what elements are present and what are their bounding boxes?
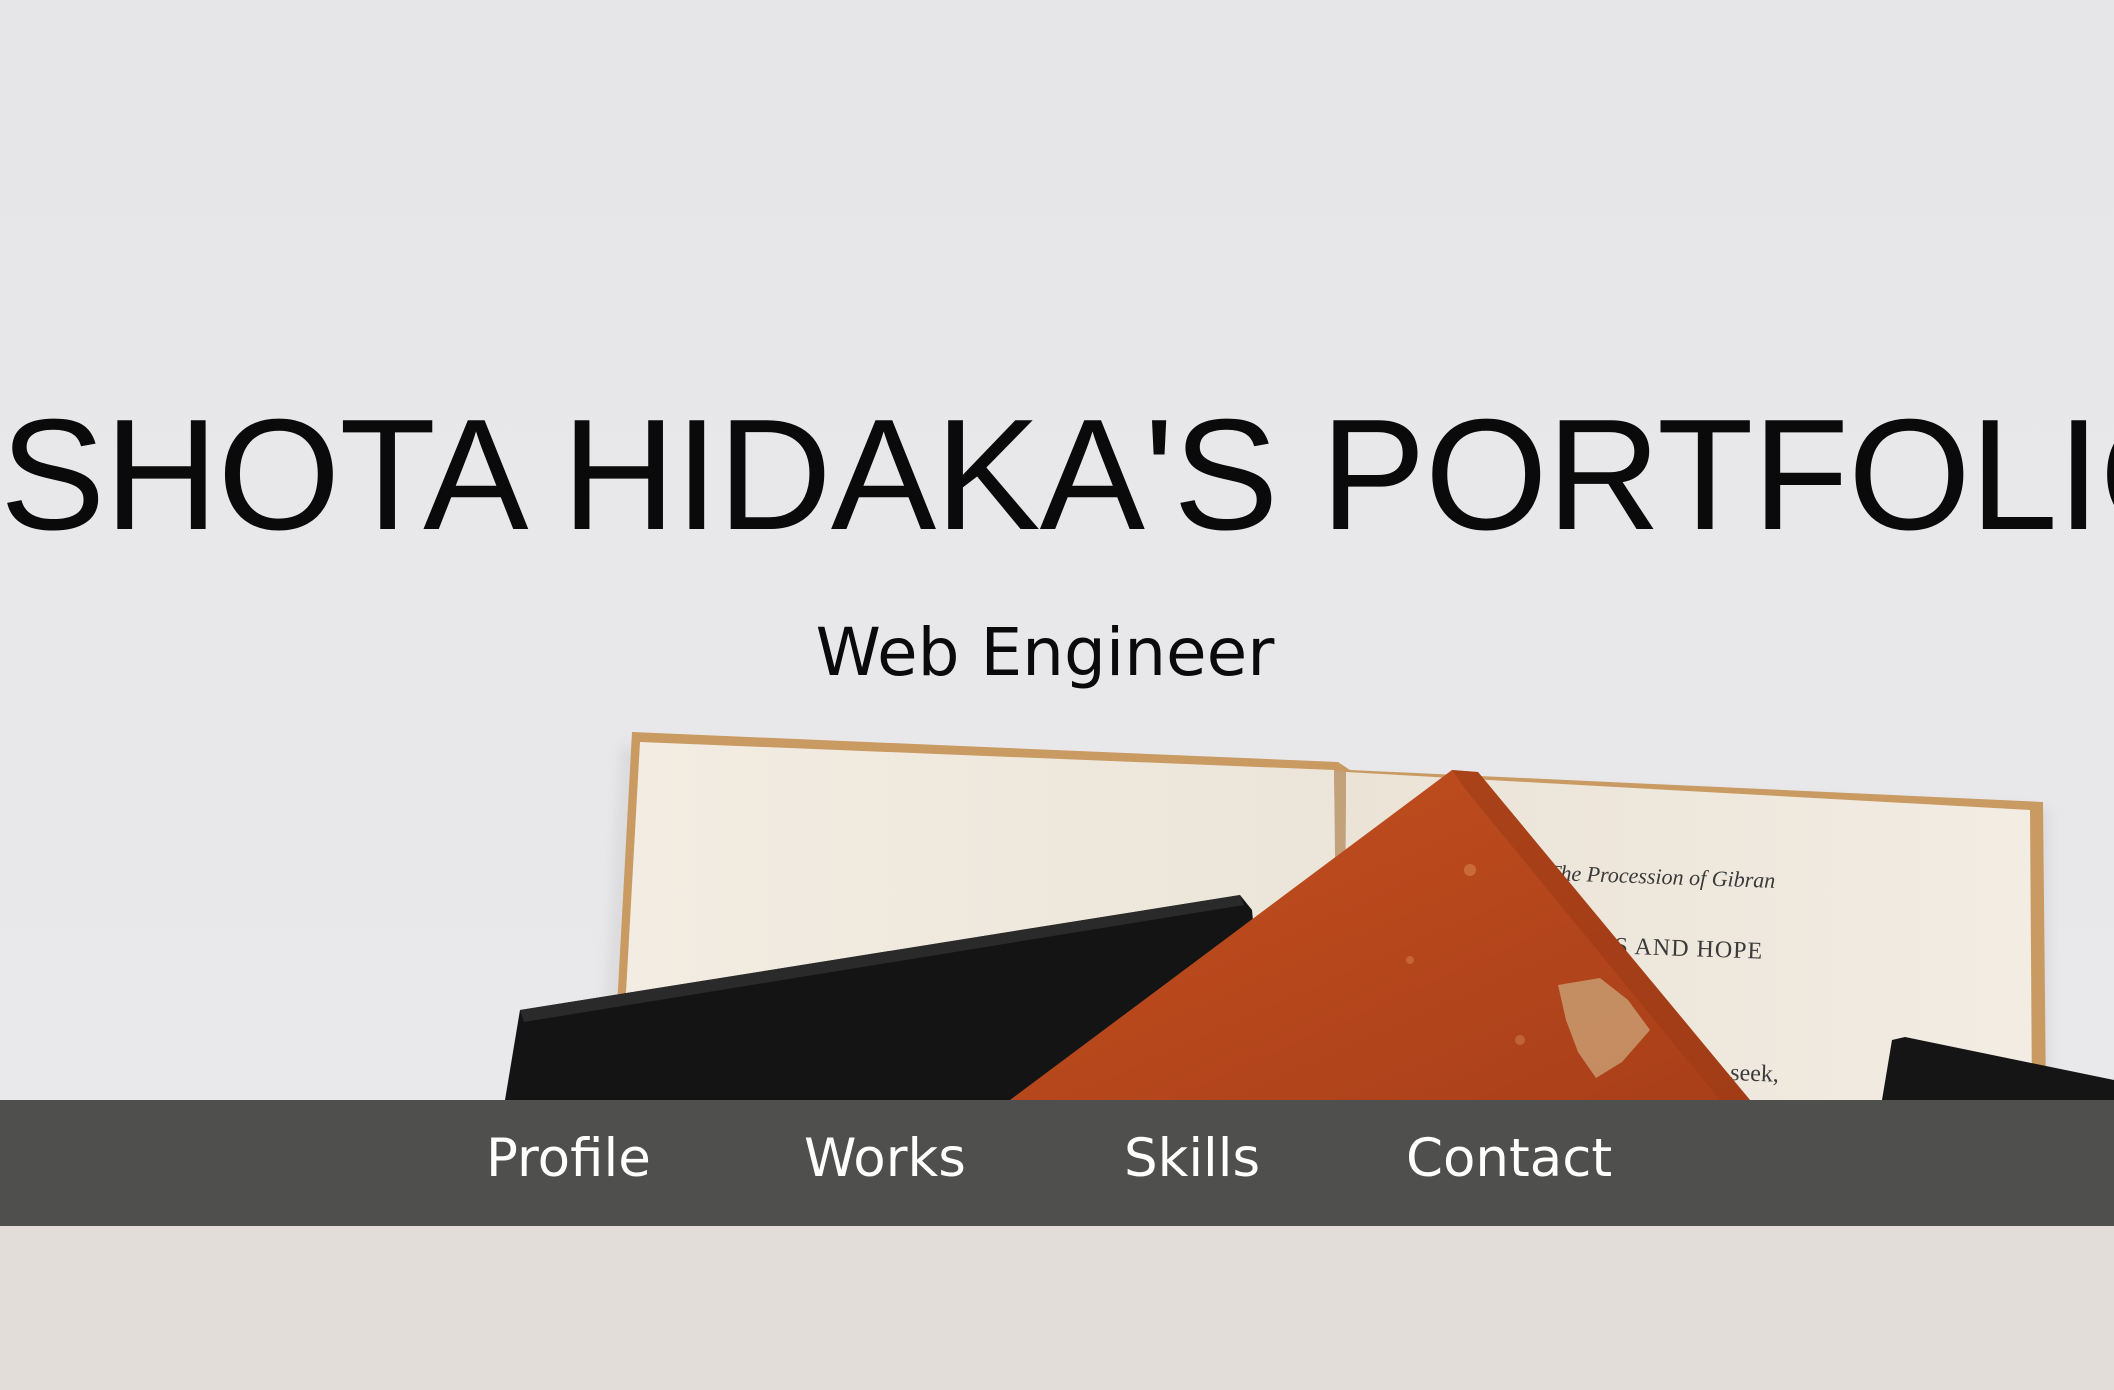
nav-item-skills[interactable]: Skills: [1124, 1124, 1260, 1194]
global-navigation: [0, 1100, 2114, 1226]
main-content-area: [0, 1226, 2114, 1390]
nav-item-profile[interactable]: Profile: [486, 1124, 651, 1194]
site-title: SHOTA HIDAKA'S PORTFOLIO: [0, 387, 2114, 563]
nav-item-works[interactable]: Works: [804, 1124, 966, 1194]
book-text-line3: seek,: [1730, 1060, 1780, 1088]
nav-item-contact[interactable]: Contact: [1406, 1124, 1612, 1194]
site-subtitle: Web Engineer: [815, 614, 1275, 691]
hero-section: The Procession of Gibran SADNESS AND HOP…: [0, 0, 2114, 1100]
